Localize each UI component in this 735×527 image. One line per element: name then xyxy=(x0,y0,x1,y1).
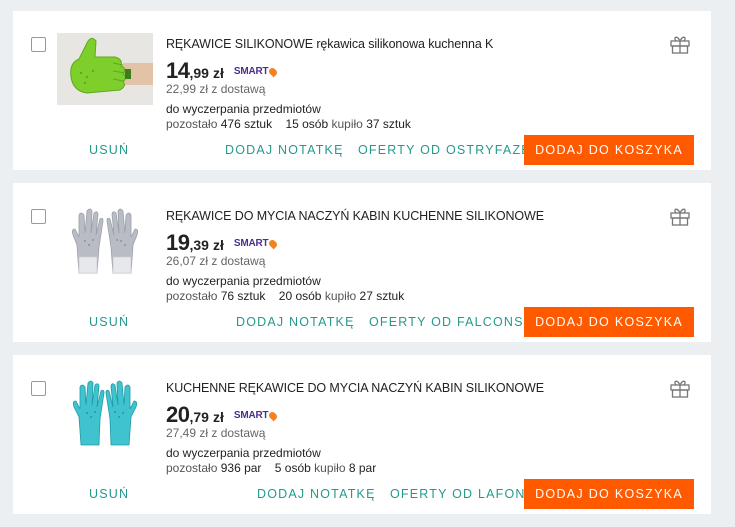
stock-info: pozostało 476 sztuk 15 osób kupiło 37 sz… xyxy=(166,117,646,132)
remove-link[interactable]: USUŃ xyxy=(89,315,129,329)
seller-offers-link[interactable]: OFERTY OD FALCONSM xyxy=(369,315,535,329)
price: 14 ,99 zł SMART xyxy=(166,58,646,83)
item-info: RĘKAWICE DO MYCIA NACZYŃ KABIN KUCHENNE … xyxy=(166,209,646,304)
product-image[interactable] xyxy=(57,377,153,449)
green-glove-icon xyxy=(57,33,153,105)
item-checkbox[interactable] xyxy=(31,37,46,52)
smart-badge: SMART xyxy=(233,410,279,421)
remaining-value: 476 sztuk xyxy=(220,117,273,131)
bought-label: kupiło xyxy=(331,117,363,131)
item-checkbox[interactable] xyxy=(31,209,46,224)
price-currency: zł xyxy=(212,237,224,253)
remaining-value: 76 sztuk xyxy=(220,289,266,303)
add-to-cart-button[interactable]: DODAJ DO KOSZYKA xyxy=(524,479,694,509)
add-note-link[interactable]: DODAJ NOTATKĘ xyxy=(225,143,344,157)
price: 20 ,79 zł SMART xyxy=(166,402,646,427)
smart-badge: SMART xyxy=(233,66,279,77)
gift-icon[interactable] xyxy=(669,33,691,55)
buyers-count: 5 osób xyxy=(274,461,311,475)
seller-offers-link[interactable]: OFERTY OD LAFONT xyxy=(390,487,534,501)
price-currency: zł xyxy=(212,65,224,81)
buyers-count: 20 osób xyxy=(278,289,322,303)
delivery-price: 26,07 zł z dostawą xyxy=(166,254,266,268)
item-actions: USUŃ DODAJ NOTATKĘ OFERTY OD FALCONSM DO… xyxy=(13,307,711,337)
stock-info: pozostało 936 par 5 osób kupiło 8 par xyxy=(166,461,646,476)
price-decimal: ,79 xyxy=(189,409,209,425)
cart-item: RĘKAWICE SILIKONOWE rękawica silikonowa … xyxy=(13,11,711,170)
smart-label: SMART xyxy=(233,238,269,249)
stock-note: do wyczerpania przedmiotów xyxy=(166,274,321,288)
bought-value: 37 sztuk xyxy=(366,117,411,131)
price: 19 ,39 zł SMART xyxy=(166,230,646,255)
cart-item-list: RĘKAWICE SILIKONOWE rękawica silikonowa … xyxy=(0,0,735,527)
buyers-count: 15 osób xyxy=(285,117,329,131)
bought-value: 27 sztuk xyxy=(359,289,405,303)
smart-label: SMART xyxy=(233,410,269,421)
remove-link[interactable]: USUŃ xyxy=(89,143,129,157)
add-to-cart-button[interactable]: DODAJ DO KOSZYKA xyxy=(524,135,694,165)
turquoise-gloves-icon xyxy=(72,380,138,446)
remaining-label: pozostało xyxy=(166,461,218,475)
add-note-link[interactable]: DODAJ NOTATKĘ xyxy=(257,487,376,501)
item-checkbox[interactable] xyxy=(31,381,46,396)
seller-offers-link[interactable]: OFERTY OD OSTRYFAZER xyxy=(358,143,541,157)
remaining-value: 936 par xyxy=(220,461,262,475)
gift-icon[interactable] xyxy=(669,205,691,227)
bought-value: 8 par xyxy=(348,461,377,475)
bought-label: kupiło xyxy=(324,289,357,303)
grey-gloves-icon xyxy=(71,208,139,274)
item-info: KUCHENNE RĘKAWICE DO MYCIA NACZYŃ KABIN … xyxy=(166,381,646,476)
item-info: RĘKAWICE SILIKONOWE rękawica silikonowa … xyxy=(166,37,646,132)
delivery-price: 22,99 zł z dostawą xyxy=(166,82,266,96)
product-title[interactable]: KUCHENNE RĘKAWICE DO MYCIA NACZYŃ KABIN … xyxy=(166,381,646,396)
product-image[interactable] xyxy=(57,33,153,105)
price-currency: zł xyxy=(212,409,224,425)
remaining-label: pozostało xyxy=(166,289,218,303)
delivery-price: 27,49 zł z dostawą xyxy=(166,426,266,440)
smart-pin-icon xyxy=(267,66,279,77)
product-title[interactable]: RĘKAWICE SILIKONOWE rękawica silikonowa … xyxy=(166,37,646,52)
item-actions: USUŃ DODAJ NOTATKĘ OFERTY OD LAFONT DODA… xyxy=(13,479,711,509)
remaining-label: pozostało xyxy=(166,117,218,131)
add-to-cart-button[interactable]: DODAJ DO KOSZYKA xyxy=(524,307,694,337)
price-integer: 20 xyxy=(166,402,190,427)
item-actions: USUŃ DODAJ NOTATKĘ OFERTY OD OSTRYFAZER … xyxy=(13,135,711,165)
price-decimal: ,39 xyxy=(189,237,209,253)
cart-item: RĘKAWICE DO MYCIA NACZYŃ KABIN KUCHENNE … xyxy=(13,183,711,342)
bought-label: kupiło xyxy=(314,461,346,475)
price-decimal: ,99 xyxy=(189,65,209,81)
smart-badge: SMART xyxy=(233,238,279,249)
smart-pin-icon xyxy=(267,238,279,249)
smart-pin-icon xyxy=(267,410,279,421)
stock-info: pozostało 76 sztuk 20 osób kupiło 27 szt… xyxy=(166,289,646,304)
stock-note: do wyczerpania przedmiotów xyxy=(166,102,321,116)
remove-link[interactable]: USUŃ xyxy=(89,487,129,501)
price-integer: 19 xyxy=(166,230,190,255)
cart-item: KUCHENNE RĘKAWICE DO MYCIA NACZYŃ KABIN … xyxy=(13,355,711,514)
gift-icon[interactable] xyxy=(669,377,691,399)
product-image[interactable] xyxy=(57,205,153,277)
stock-note: do wyczerpania przedmiotów xyxy=(166,446,321,460)
product-title[interactable]: RĘKAWICE DO MYCIA NACZYŃ KABIN KUCHENNE … xyxy=(166,209,646,224)
smart-label: SMART xyxy=(233,66,269,77)
price-integer: 14 xyxy=(166,58,190,83)
add-note-link[interactable]: DODAJ NOTATKĘ xyxy=(236,315,355,329)
